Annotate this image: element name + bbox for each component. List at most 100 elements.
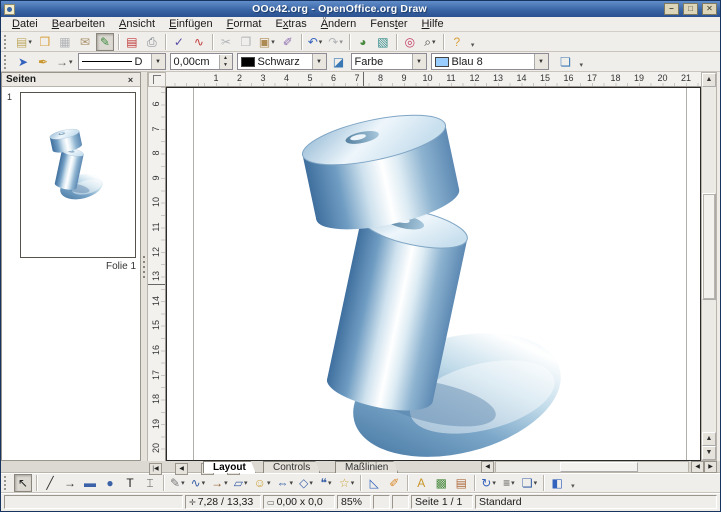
toolbar-overflow-button[interactable]: ▾ [471,41,475,51]
horizontal-scrollbar[interactable] [495,461,689,473]
menu-einfuegen[interactable]: Einfügen [162,17,219,32]
paste-button[interactable]: ▣▾ [257,33,277,51]
ruler-corner[interactable] [148,72,166,87]
rotate-dropdown-arrow[interactable]: ▾ [492,479,496,487]
menu-ansicht[interactable]: Ansicht [112,17,162,32]
menu-bearbeiten[interactable]: Bearbeiten [45,17,112,32]
spellcheck-button[interactable]: ✓ [170,33,188,51]
symbol-shapes-button[interactable]: ☺▾ [252,474,273,492]
scroll-right-button[interactable]: ▶ [704,461,717,473]
edit-points-button[interactable]: ◺ [365,474,383,492]
zoom-button[interactable]: ⌕▾ [421,33,439,51]
curve-button[interactable]: ✎▾ [168,474,187,492]
arrow-style-dropdown-arrow[interactable]: ▾ [69,58,73,66]
menu-aendern[interactable]: Ändern [314,17,364,32]
status-template-cell[interactable]: Standard [475,495,717,509]
status-zoom-cell[interactable]: 85% [337,495,371,509]
toolbar-overflow-button[interactable]: ▾ [571,482,575,492]
undo-button[interactable]: ↶▾ [306,33,325,51]
line-width-value[interactable]: 0,00cm [171,56,219,68]
extrusion-button[interactable]: ◧ [548,474,566,492]
block-arrows-dropdown-arrow[interactable]: ▾ [289,479,293,487]
stars-button[interactable]: ☆▾ [337,474,356,492]
status-page-cell[interactable]: Seite 1 / 1 [411,495,473,509]
pages-panel-close-icon[interactable]: × [125,75,136,85]
arrow-style-button[interactable]: →▾ [54,53,75,71]
vertical-scrollbar[interactable]: ▲ ▲ ▼ [701,72,717,461]
scroll-down-button[interactable]: ▼ [702,446,716,460]
horizontal-scrollbar-thumb[interactable] [560,462,638,472]
line-button[interactable]: ╱ [41,474,59,492]
edit-file-button[interactable]: ✎ [96,33,114,51]
scroll-up-button[interactable]: ▲ [702,73,716,87]
arrange-dropdown-arrow[interactable]: ▾ [534,479,538,487]
first-page-button[interactable]: |◀ [149,463,162,475]
gallery-drawing-button[interactable]: ▤ [452,474,470,492]
status-position-cell[interactable]: ✛ 7,28 / 13,33 [185,495,261,509]
line-color-combo[interactable]: Schwarz ▼ [237,53,327,70]
toolbar-overflow-button[interactable]: ▾ [580,61,584,71]
scroll-left-button[interactable]: ◀ [691,461,704,473]
title-bar[interactable]: OOo42.org - OpenOffice.org Draw – □ ✕ [1,1,720,17]
open-folder-button[interactable]: ❒ [36,33,54,51]
alignment-button[interactable]: ≡▾ [500,474,518,492]
text-frame-button[interactable]: ⌶ [141,474,159,492]
line-width-decrease-button[interactable]: ▼ [220,62,232,69]
tab-masslinien[interactable]: Maßlinien [335,461,398,473]
scroll-up-button-bottom[interactable]: ▲ [702,432,716,446]
undo-dropdown-arrow[interactable]: ▾ [319,38,323,46]
drawing-canvas[interactable] [166,87,701,461]
pages-panel-header[interactable]: Seiten × [2,73,140,87]
minimize-button[interactable]: – [664,3,679,15]
document-as-email-button[interactable]: ✉ [76,33,94,51]
export-pdf-button[interactable]: ▤ [123,33,141,51]
page-thumbnail[interactable] [20,92,136,258]
line-dialog-button[interactable]: ✒ [34,53,52,71]
tab-layout[interactable]: Layout [203,461,256,473]
toolbar-grip[interactable] [4,476,10,490]
new-document-dropdown-arrow[interactable]: ▾ [28,38,32,46]
area-dialog-button[interactable]: ◪ [330,53,348,71]
symbol-shapes-dropdown-arrow[interactable]: ▾ [267,479,271,487]
menu-fenster[interactable]: Fenster [363,17,414,32]
line-style-dropdown-arrow[interactable]: ▼ [151,54,165,69]
flowchart-button[interactable]: ◇▾ [297,474,315,492]
previous-page-button[interactable]: ◀ [175,463,188,475]
chart-button[interactable]: ◕ [354,33,372,51]
zoom-dropdown-arrow[interactable]: ▾ [432,38,436,46]
auto-spellcheck-button[interactable]: ∿ [190,33,208,51]
gallery-button[interactable]: ▧ [374,33,392,51]
arrow-button[interactable]: → [61,474,79,492]
tab-scroll-left-button[interactable]: ◀ [481,461,494,473]
lines-and-arrows-dropdown-arrow[interactable]: ▾ [224,479,228,487]
menu-extras[interactable]: Extras [268,17,313,32]
rotate-button[interactable]: ↻▾ [479,474,498,492]
fill-type-dropdown-arrow[interactable]: ▼ [412,54,426,69]
curve-dropdown-arrow[interactable]: ▾ [181,479,185,487]
maximize-button[interactable]: □ [683,3,698,15]
from-file-button[interactable]: ▩ [432,474,450,492]
close-button[interactable]: ✕ [702,3,717,15]
stars-dropdown-arrow[interactable]: ▾ [351,479,355,487]
print-button[interactable]: ⎙ [143,33,161,51]
callouts-button[interactable]: ❝▾ [317,474,335,492]
select-button[interactable]: ↖ [14,474,32,492]
flowchart-dropdown-arrow[interactable]: ▾ [309,479,313,487]
toolbar-grip[interactable] [4,35,10,49]
line-width-field[interactable]: 0,00cm ▲ ▼ [170,53,233,70]
basic-shapes-dropdown-arrow[interactable]: ▾ [244,479,248,487]
vertical-scrollbar-thumb[interactable] [702,193,716,300]
ellipse-button[interactable]: ● [101,474,119,492]
fontwork-button[interactable]: A [412,474,430,492]
connector-button[interactable]: ∿▾ [189,474,208,492]
menu-format[interactable]: Format [220,17,269,32]
menu-datei[interactable]: Datei [5,17,45,32]
help-button[interactable]: ? [448,33,466,51]
new-document-button[interactable]: ▤▾ [14,33,34,51]
paste-dropdown-arrow[interactable]: ▾ [271,38,275,46]
line-color-dropdown-arrow[interactable]: ▼ [312,54,326,69]
connector-dropdown-arrow[interactable]: ▾ [202,479,206,487]
redo-dropdown-arrow[interactable]: ▾ [339,38,343,46]
block-arrows-button[interactable]: ⇔▾ [274,474,295,492]
horizontal-ruler[interactable]: 123456789101112131415161718192021 [166,72,701,87]
